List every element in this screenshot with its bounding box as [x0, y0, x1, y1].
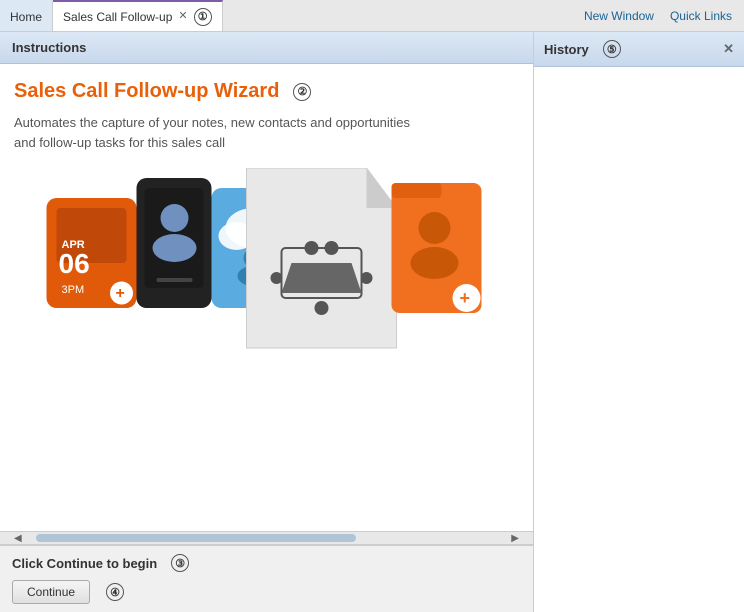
tab-sales-call[interactable]: Sales Call Follow-up ✕ ①: [53, 0, 223, 31]
scroll-thumb[interactable]: [36, 534, 356, 542]
quick-links-link[interactable]: Quick Links: [670, 9, 732, 23]
history-close-button[interactable]: ✕: [723, 41, 734, 57]
svg-text:+: +: [116, 285, 125, 302]
history-header: History ⑤ ✕: [534, 32, 744, 67]
continue-btn-number-badge: ④: [106, 583, 124, 601]
top-bar-links: New Window Quick Links: [572, 0, 744, 31]
tab-number-badge: ①: [194, 8, 212, 26]
tab-home[interactable]: Home: [0, 0, 53, 31]
tab-home-label: Home: [10, 10, 42, 24]
wizard-number-badge: ②: [293, 83, 311, 101]
wizard-description: Automates the capture of your notes, new…: [14, 113, 434, 152]
top-bar: Home Sales Call Follow-up ✕ ① New Window…: [0, 0, 744, 32]
history-body: [534, 67, 744, 612]
history-number-badge: ⑤: [603, 40, 621, 58]
history-title: History ⑤: [544, 40, 621, 58]
scroll-right-arrow[interactable]: ▶: [511, 533, 519, 544]
wizard-title: Sales Call Follow-up Wizard ②: [14, 80, 519, 103]
new-window-link[interactable]: New Window: [584, 9, 654, 23]
bottom-bar: Click Continue to begin ③ Continue ④: [0, 545, 533, 612]
svg-text:06: 06: [59, 248, 90, 279]
instructions-header: Instructions: [0, 32, 533, 64]
continue-number-badge: ③: [171, 554, 189, 572]
illustration: APR 06 3PM +: [14, 168, 519, 388]
right-panel: History ⑤ ✕: [534, 32, 744, 612]
click-continue-text: Click Continue to begin ③: [12, 554, 521, 572]
continue-button[interactable]: Continue: [12, 580, 90, 604]
tab-active-label: Sales Call Follow-up: [63, 10, 172, 24]
left-panel: Instructions Sales Call Follow-up Wizard…: [0, 32, 534, 612]
instructions-body[interactable]: Sales Call Follow-up Wizard ② Automates …: [0, 64, 533, 531]
illustration-svg: APR 06 3PM +: [14, 168, 519, 388]
svg-text:3PM: 3PM: [62, 284, 85, 296]
tab-close-icon[interactable]: ✕: [178, 11, 187, 22]
svg-text:+: +: [460, 288, 471, 308]
scroll-left-arrow[interactable]: ◀: [14, 533, 22, 544]
main-area: Instructions Sales Call Follow-up Wizard…: [0, 32, 744, 612]
horizontal-scrollbar[interactable]: ◀ ▶: [0, 531, 533, 545]
instructions-title: Instructions: [12, 40, 86, 55]
